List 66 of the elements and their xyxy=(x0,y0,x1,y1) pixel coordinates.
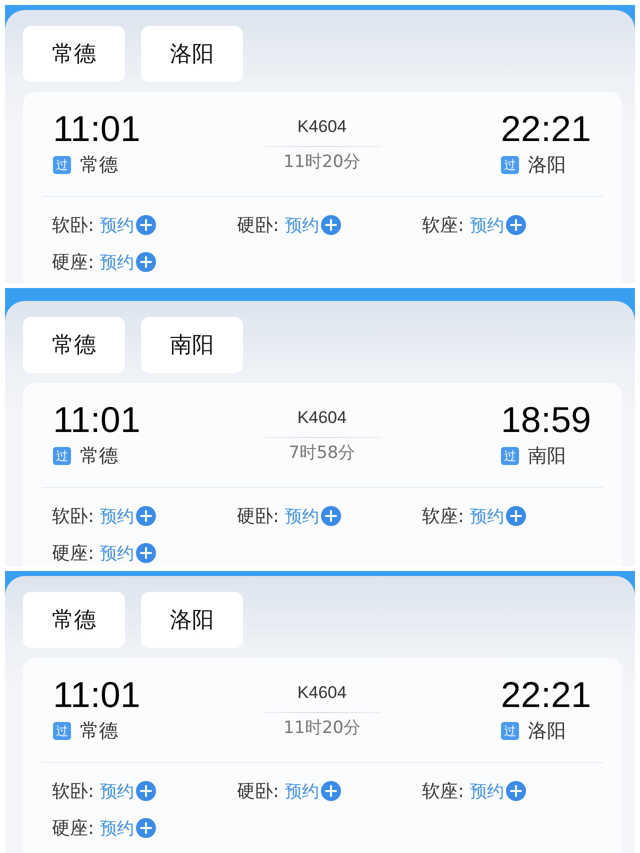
plus-icon xyxy=(136,543,156,563)
plus-icon xyxy=(506,215,526,235)
seat-type-label: 软座: xyxy=(422,214,464,237)
plus-icon xyxy=(136,506,156,526)
reserve-button[interactable]: 预约 xyxy=(100,780,156,802)
departure-time: 11:01 xyxy=(53,109,140,149)
travel-duration: 11时20分 xyxy=(283,151,361,173)
seat-type-label: 软卧: xyxy=(52,505,94,528)
departure-station: 常德 xyxy=(80,719,118,744)
plus-icon xyxy=(136,215,156,235)
reserve-button[interactable]: 预约 xyxy=(100,214,156,236)
reserve-button[interactable]: 预约 xyxy=(285,214,342,236)
pass-badge: 过 xyxy=(500,722,519,740)
departure-station: 常德 xyxy=(80,444,118,469)
reserve-button[interactable]: 预约 xyxy=(100,250,156,274)
reserve-button[interactable]: 预约 xyxy=(285,504,342,528)
seat-type-label: 硬座: xyxy=(52,817,94,840)
plus-icon xyxy=(321,781,342,801)
travel-duration: 7时58分 xyxy=(288,442,356,464)
plus-icon xyxy=(321,215,342,235)
plus-icon xyxy=(136,818,156,838)
seat-type-label: 硬卧: xyxy=(237,214,280,237)
reserve-button[interactable]: 预约 xyxy=(100,542,156,564)
seat-type-label: 硬座: xyxy=(52,251,94,274)
travel-duration: 11时20分 xyxy=(283,717,361,739)
seat-type-label: 硬卧: xyxy=(237,505,280,528)
departure-time: 11:01 xyxy=(53,400,140,440)
pass-badge: 过 xyxy=(500,156,519,174)
plus-icon xyxy=(136,781,156,801)
reserve-button[interactable]: 预约 xyxy=(470,780,526,802)
seat-type-label: 硬卧: xyxy=(237,780,280,803)
seat-type-label: 软座: xyxy=(422,780,464,803)
train-number: K4604 xyxy=(297,116,347,138)
arrival-station: 洛阳 xyxy=(528,719,566,744)
arrival-time: 22:21 xyxy=(500,109,591,149)
reserve-button[interactable]: 预约 xyxy=(285,780,342,802)
seat-type-label: 软卧: xyxy=(52,214,94,237)
reserve-button[interactable]: 预约 xyxy=(470,504,526,528)
arrival-time: 18:59 xyxy=(500,400,591,440)
train-number: K4604 xyxy=(297,407,347,429)
pass-badge: 过 xyxy=(500,447,519,465)
seat-type-label: 硬座: xyxy=(52,542,94,565)
pass-badge: 过 xyxy=(53,722,71,740)
plus-icon xyxy=(136,252,156,272)
city-tab[interactable]: 南阳 xyxy=(141,317,243,373)
plus-icon xyxy=(506,781,526,801)
arrival-station: 洛阳 xyxy=(528,153,566,178)
city-tab[interactable]: 常德 xyxy=(23,317,125,373)
seat-type-label: 软卧: xyxy=(52,780,94,803)
arrival-station: 南阳 xyxy=(528,444,566,469)
departure-station: 常德 xyxy=(80,153,118,178)
city-tab[interactable]: 常德 xyxy=(23,592,125,648)
train-number: K4604 xyxy=(297,682,347,704)
departure-time: 11:01 xyxy=(53,675,140,715)
seat-type-label: 软座: xyxy=(422,505,464,528)
city-tab[interactable]: 洛阳 xyxy=(141,592,243,648)
plus-icon xyxy=(506,506,526,526)
city-tab[interactable]: 洛阳 xyxy=(141,26,243,82)
reserve-button[interactable]: 预约 xyxy=(100,504,156,528)
plus-icon xyxy=(321,506,342,526)
pass-badge: 过 xyxy=(53,447,71,465)
reserve-button[interactable]: 预约 xyxy=(100,816,156,840)
arrival-time: 22:21 xyxy=(500,675,591,715)
reserve-button[interactable]: 预约 xyxy=(470,214,526,236)
pass-badge: 过 xyxy=(53,156,71,174)
city-tab[interactable]: 常德 xyxy=(23,26,125,82)
